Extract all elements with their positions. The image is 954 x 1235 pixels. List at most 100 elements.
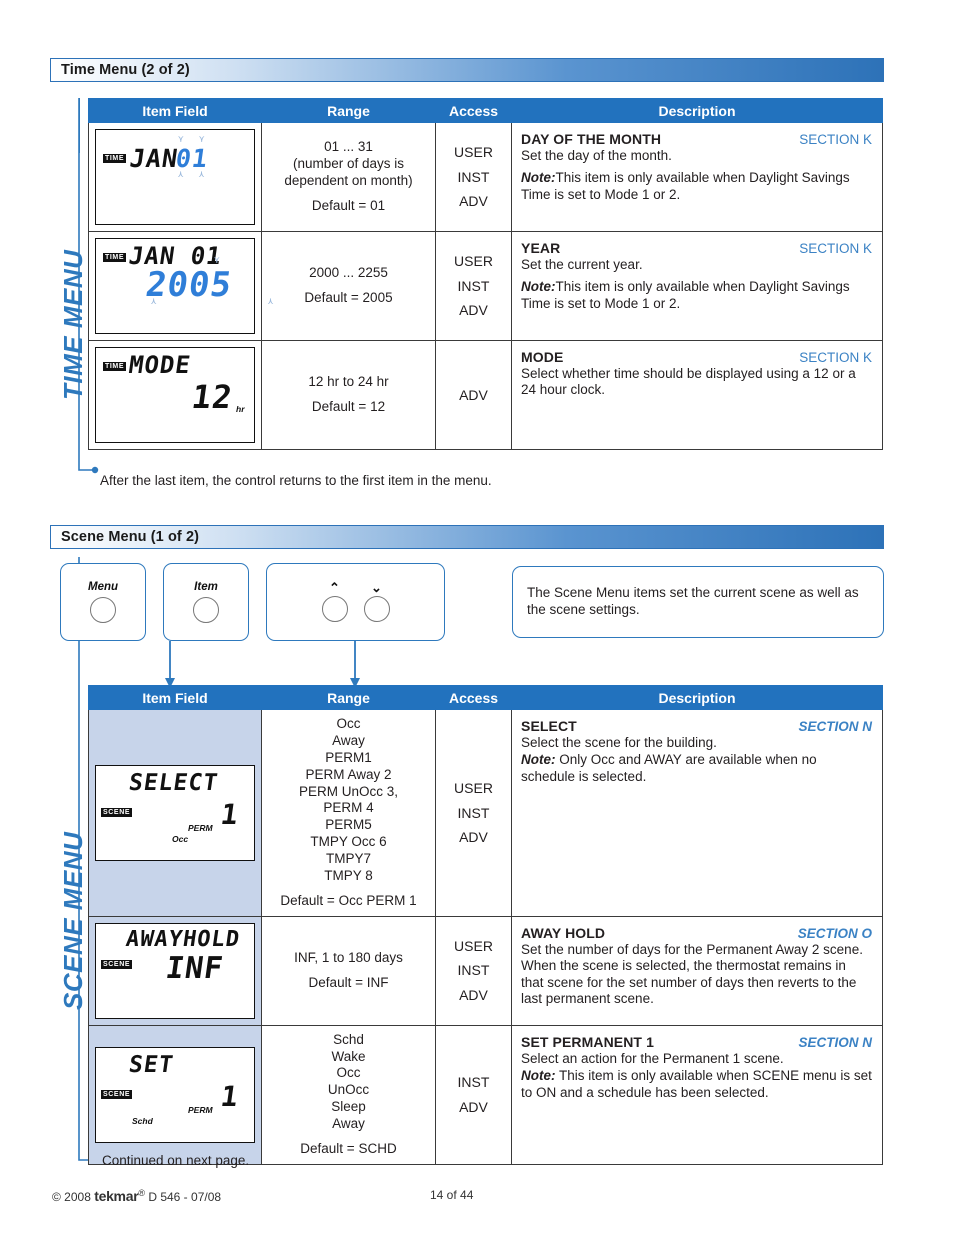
note-body: This item is only available when Dayligh… <box>521 170 850 202</box>
down-button-group[interactable]: ⌄ <box>363 581 390 622</box>
description-title: MODE <box>521 349 564 365</box>
menu-button[interactable] <box>90 597 116 623</box>
lcd-value-scene-number: 1 <box>218 797 242 831</box>
description-cell: SET PERMANENT 1 SECTION N Select an acti… <box>511 1024 883 1165</box>
section-reference-link[interactable]: SECTION K <box>799 132 872 147</box>
key-label-menu: Menu <box>87 581 119 593</box>
range-line: Occ <box>336 1065 361 1081</box>
lcd-blink-ticks-bottom: ⋏ ⋏ <box>151 297 327 307</box>
description-header: YEAR SECTION K <box>521 240 872 256</box>
up-button[interactable] <box>321 596 348 622</box>
range-default: Default = 12 <box>311 399 386 414</box>
section-reference-link[interactable]: SECTION O <box>798 926 872 941</box>
lcd-display-select: SCENE SELECT 1 PERM Occ <box>95 764 255 861</box>
section-bar-time-menu: Time Menu (2 of 2) <box>50 58 884 82</box>
access-level: USER <box>454 780 493 797</box>
access-level: ADV <box>459 986 488 1003</box>
chevron-up-icon: ⌃ <box>329 580 340 595</box>
col-header-description: Description <box>511 685 883 710</box>
col-header-access: Access <box>435 98 512 123</box>
scene-menu-info-box: The Scene Menu items set the current sce… <box>512 566 884 638</box>
access-cell: USER INST ADV <box>435 231 512 341</box>
description-body: Select an action for the Permanent 1 sce… <box>521 1050 784 1066</box>
range-line: 12 hr to 24 hr <box>308 374 389 390</box>
item-field-cell: SCENE SELECT 1 PERM Occ <box>88 709 262 917</box>
range-default: Default = SCHD <box>300 1140 397 1156</box>
down-button[interactable] <box>363 596 390 622</box>
table-row: TIME MODE 12 hr 12 hr to 24 hr Default =… <box>88 340 883 450</box>
up-button-group[interactable]: ⌃ <box>321 580 348 622</box>
lcd-badge-scene: SCENE <box>101 959 133 969</box>
col-header-description: Description <box>511 98 883 123</box>
item-field-cell: SCENE SET 1 PERM Schd <box>88 1024 262 1165</box>
access-level: ADV <box>459 302 488 319</box>
range-line: PERM 4 <box>323 800 374 816</box>
table-row: SCENE AWAYHOLD INF INF, 1 to 180 days De… <box>88 915 883 1026</box>
col-header-access: Access <box>435 685 512 710</box>
range-default: Default = Occ PERM 1 <box>280 892 417 908</box>
lcd-display-mode: TIME MODE 12 hr <box>95 347 255 443</box>
footer-brand-mark: ® <box>138 1188 145 1198</box>
description-cell: YEAR SECTION K Set the current year. Not… <box>511 231 883 341</box>
access-cell: USER INST ADV <box>435 915 512 1026</box>
note-body: This item is only available when Dayligh… <box>521 279 850 311</box>
updown-pair: ⌃ ⌄ <box>321 580 390 622</box>
keypad-menu-button-panel[interactable]: Menu <box>60 563 146 641</box>
range-cell: Schd Wake Occ UnOcc Sleep Away Default =… <box>261 1024 436 1165</box>
range-default: Default = 01 <box>311 197 386 213</box>
lcd-value-hours: 12 <box>189 378 236 416</box>
access-level: USER <box>454 144 493 161</box>
range-line: Schd <box>333 1031 364 1047</box>
col-header-range: Range <box>261 685 436 710</box>
access-cell: INST ADV <box>435 1024 512 1165</box>
section-title: Scene Menu (1 of 2) <box>61 529 200 545</box>
range-line: PERM5 <box>325 817 372 833</box>
side-rule-time <box>79 98 80 153</box>
range-line: Sleep <box>331 1099 366 1115</box>
access-level: INST <box>457 1074 490 1091</box>
col-header-range: Range <box>261 98 436 123</box>
key-label-item: Item <box>194 581 218 593</box>
range-line: Away <box>332 732 365 748</box>
note-body: Only Occ and AWAY are available when no … <box>521 752 817 784</box>
description-header: SELECT SECTION N <box>521 718 872 734</box>
lcd-text-month: JAN <box>127 144 181 173</box>
side-label-time-menu: TIME MENU <box>58 249 88 400</box>
description-cell: DAY OF THE MONTH SECTION K Set the day o… <box>511 122 883 232</box>
range-default: Default = INF <box>308 974 389 990</box>
range-line: dependent on month) <box>284 173 413 188</box>
footer-copyright: © 2008 <box>52 1190 91 1204</box>
access-level: ADV <box>459 829 488 846</box>
access-level: INST <box>457 962 490 979</box>
section-reference-link[interactable]: SECTION K <box>799 241 872 256</box>
lcd-tag-perm: PERM <box>188 822 213 833</box>
access-level: USER <box>454 937 493 954</box>
lcd-display-set: SCENE SET 1 PERM Schd <box>95 1046 255 1143</box>
access-level: INST <box>457 804 490 821</box>
table-header-row: Item Field Range Access Description <box>88 685 883 710</box>
range-line: Away <box>332 1116 365 1131</box>
keypad-item-button-panel[interactable]: Item <box>163 563 249 641</box>
table-header-row: Item Field Range Access Description <box>88 98 883 123</box>
range-line: TMPY 8 <box>324 867 373 883</box>
item-field-cell: TIME MODE 12 hr <box>88 340 262 450</box>
lcd-badge-scene: SCENE <box>101 807 133 817</box>
lcd-text-select: SELECT <box>127 769 220 796</box>
lcd-badge-scene: SCENE <box>101 1089 133 1099</box>
description-note: Note: This item is only available when S… <box>521 1068 872 1101</box>
description-body: Select the scene for the building. <box>521 735 717 750</box>
keypad-updown-button-panel[interactable]: ⌃ ⌄ <box>266 563 445 641</box>
description-title: DAY OF THE MONTH <box>521 131 662 147</box>
section-reference-link[interactable]: SECTION N <box>798 1035 872 1050</box>
lcd-value-scene-number: 1 <box>218 1079 242 1113</box>
section-reference-link[interactable]: SECTION N <box>798 719 872 734</box>
scene-menu-tail-note: Continued on next page. <box>102 1153 250 1168</box>
section-reference-link[interactable]: SECTION K <box>799 350 872 365</box>
access-level: ADV <box>459 386 488 403</box>
item-button[interactable] <box>193 597 219 623</box>
scene-menu-info-text: The Scene Menu items set the current sce… <box>527 585 859 617</box>
lcd-value-day: 01 <box>173 144 211 173</box>
lcd-tag-perm: PERM <box>188 1104 213 1115</box>
footer-doc-number: D 546 - 07/08 <box>148 1190 222 1204</box>
description-header: SET PERMANENT 1 SECTION N <box>521 1034 872 1050</box>
